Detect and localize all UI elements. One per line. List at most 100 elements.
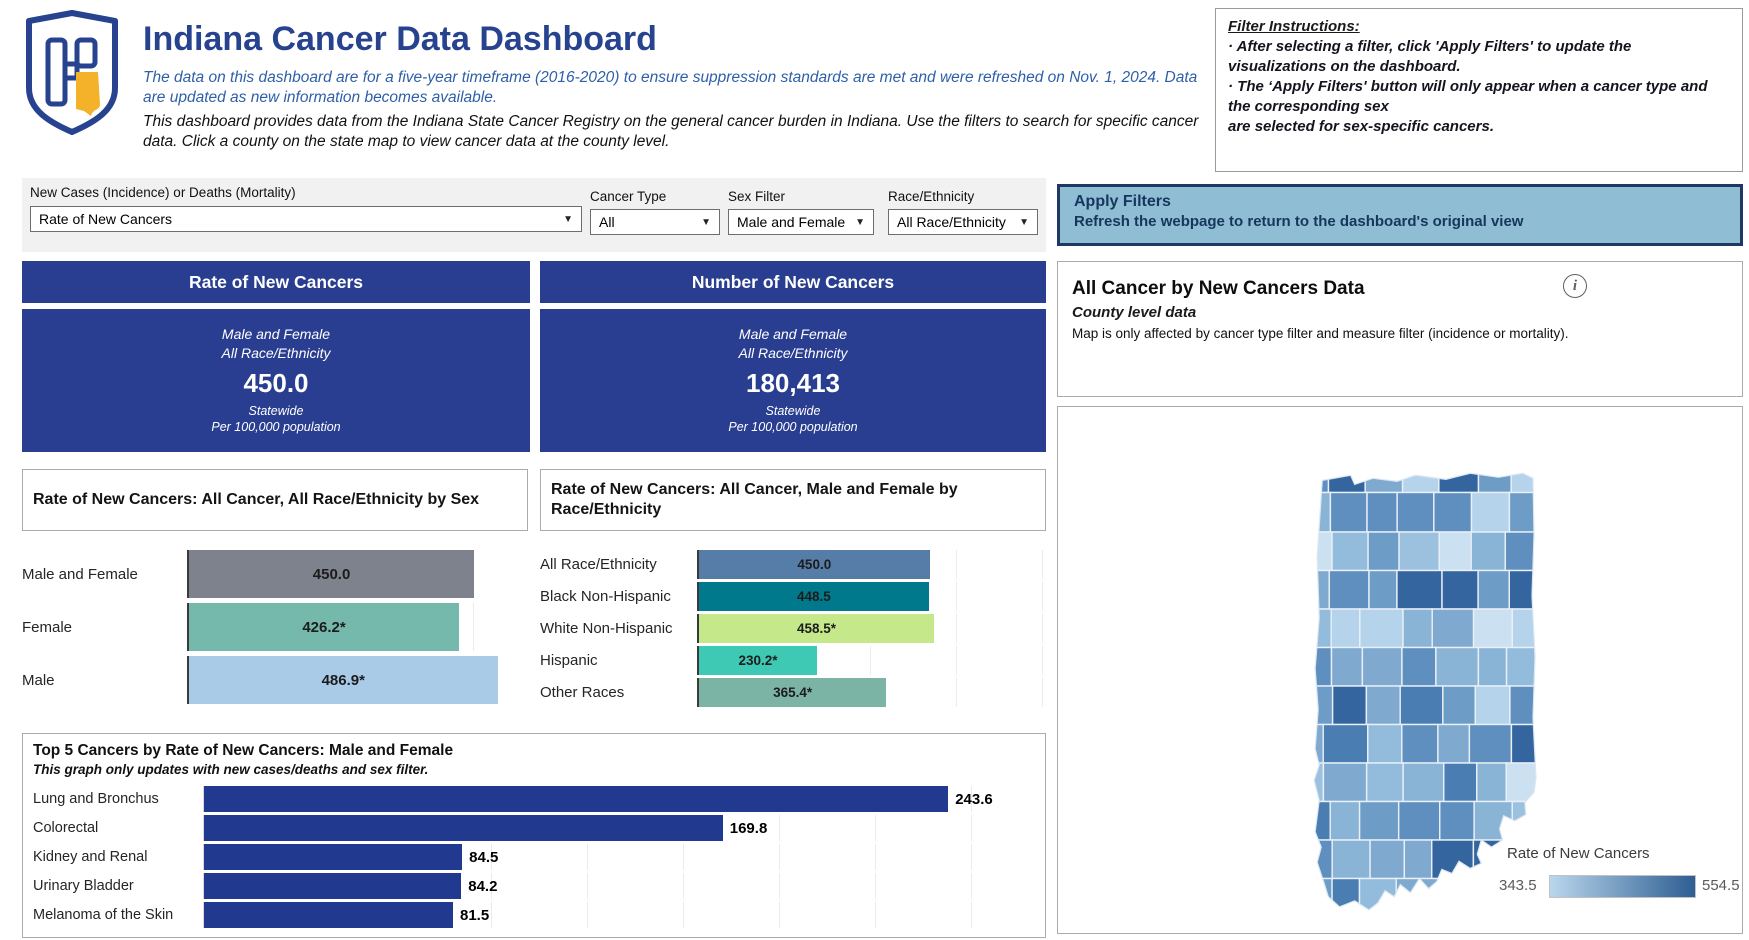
bar[interactable]: [204, 815, 723, 841]
county-shape[interactable]: [1403, 454, 1439, 493]
bar-row: Kidney and Renal84.5: [33, 844, 1035, 870]
county-shape[interactable]: [1442, 571, 1478, 610]
county-shape[interactable]: [1365, 454, 1402, 493]
intro-description: This dashboard provides data from the In…: [143, 112, 1205, 153]
county-shape[interactable]: [1292, 840, 1332, 879]
bar[interactable]: [204, 844, 462, 870]
bar[interactable]: 458.5*: [699, 614, 934, 643]
county-shape[interactable]: [1292, 686, 1333, 725]
county-shape[interactable]: [1292, 802, 1330, 841]
county-shape[interactable]: [1471, 532, 1505, 571]
county-shape[interactable]: [1506, 763, 1546, 802]
county-shape[interactable]: [1399, 802, 1440, 841]
county-shape[interactable]: [1477, 763, 1506, 802]
county-shape[interactable]: [1330, 493, 1367, 533]
county-shape[interactable]: [1438, 725, 1469, 764]
county-shape[interactable]: [1478, 571, 1509, 610]
bar[interactable]: [204, 786, 948, 812]
county-shape[interactable]: [1509, 571, 1546, 610]
county-shape[interactable]: [1397, 571, 1442, 610]
county-shape[interactable]: [1403, 763, 1444, 802]
bar[interactable]: [204, 873, 461, 899]
race-filter-select[interactable]: All Race/Ethnicity ▼: [888, 209, 1038, 235]
county-shape[interactable]: [1478, 648, 1506, 687]
county-shape[interactable]: [1292, 648, 1332, 687]
county-shape[interactable]: [1360, 802, 1399, 841]
county-shape[interactable]: [1292, 609, 1331, 648]
county-shape[interactable]: [1370, 840, 1404, 879]
county-shape[interactable]: [1512, 609, 1546, 648]
county-shape[interactable]: [1332, 532, 1368, 571]
county-shape[interactable]: [1329, 571, 1369, 610]
county-shape[interactable]: [1292, 763, 1324, 802]
county-shape[interactable]: [1439, 532, 1471, 571]
county-shape[interactable]: [1366, 686, 1400, 725]
county-shape[interactable]: [1474, 802, 1512, 841]
county-shape[interactable]: [1368, 532, 1399, 571]
county-shape[interactable]: [1367, 763, 1403, 802]
county-shape[interactable]: [1403, 609, 1432, 648]
county-shape[interactable]: [1469, 725, 1511, 764]
info-icon[interactable]: i: [1563, 274, 1587, 298]
county-shape[interactable]: [1332, 840, 1370, 879]
county-shape[interactable]: [1333, 686, 1367, 725]
county-shape[interactable]: [1432, 609, 1473, 648]
county-shape[interactable]: [1362, 648, 1402, 687]
county-shape[interactable]: [1440, 802, 1474, 841]
county-shape[interactable]: [1396, 879, 1444, 916]
county-shape[interactable]: [1397, 493, 1434, 533]
bar[interactable]: 448.5: [699, 582, 929, 611]
county-shape[interactable]: [1368, 725, 1402, 764]
county-shape[interactable]: [1400, 686, 1443, 725]
county-shape[interactable]: [1369, 571, 1397, 610]
county-shape[interactable]: [1434, 493, 1472, 533]
county-shape[interactable]: [1359, 879, 1396, 916]
county-shape[interactable]: [1323, 763, 1366, 802]
county-shape[interactable]: [1399, 532, 1439, 571]
bar[interactable]: 450.0: [699, 550, 930, 579]
county-shape[interactable]: [1360, 609, 1403, 648]
bar[interactable]: 230.2*: [699, 646, 817, 675]
bar[interactable]: 365.4*: [699, 678, 886, 707]
county-shape[interactable]: [1328, 454, 1365, 493]
apply-filters-button[interactable]: Apply Filters Refresh the webpage to ret…: [1057, 184, 1743, 246]
county-shape[interactable]: [1509, 493, 1546, 533]
county-shape[interactable]: [1512, 802, 1546, 841]
county-shape[interactable]: [1444, 763, 1477, 802]
county-shape[interactable]: [1444, 879, 1476, 916]
county-shape[interactable]: [1472, 493, 1510, 533]
county-shape[interactable]: [1404, 840, 1431, 879]
county-shape[interactable]: [1292, 493, 1331, 533]
bar[interactable]: 426.2*: [189, 603, 459, 651]
county-shape[interactable]: [1443, 686, 1475, 725]
measure-select[interactable]: Rate of New Cancers ▼: [30, 206, 582, 232]
county-shape[interactable]: [1331, 648, 1362, 687]
bar[interactable]: [204, 902, 453, 928]
county-shape[interactable]: [1323, 725, 1368, 764]
county-shape[interactable]: [1436, 648, 1478, 687]
county-shape[interactable]: [1292, 571, 1329, 610]
bar[interactable]: 486.9*: [189, 656, 498, 704]
county-shape[interactable]: [1292, 725, 1323, 764]
county-shape[interactable]: [1510, 686, 1546, 725]
county-shape[interactable]: [1511, 454, 1546, 493]
county-shape[interactable]: [1507, 648, 1546, 687]
county-shape[interactable]: [1402, 725, 1438, 764]
bar-value-label: 230.2*: [738, 653, 777, 668]
county-shape[interactable]: [1332, 879, 1359, 916]
sex-filter-select[interactable]: Male and Female ▼: [728, 209, 874, 235]
county-shape[interactable]: [1475, 686, 1510, 725]
county-shape[interactable]: [1292, 879, 1332, 916]
county-shape[interactable]: [1292, 454, 1329, 493]
county-shape[interactable]: [1511, 725, 1546, 764]
county-shape[interactable]: [1292, 532, 1332, 571]
county-shape[interactable]: [1367, 493, 1397, 533]
cancer-type-select[interactable]: All ▼: [590, 209, 720, 235]
bar[interactable]: 450.0: [189, 550, 474, 598]
county-shape[interactable]: [1478, 454, 1511, 493]
county-shape[interactable]: [1474, 609, 1513, 648]
county-shape[interactable]: [1402, 648, 1436, 687]
county-shape[interactable]: [1505, 532, 1546, 571]
county-shape[interactable]: [1330, 802, 1359, 841]
county-shape[interactable]: [1331, 609, 1360, 648]
